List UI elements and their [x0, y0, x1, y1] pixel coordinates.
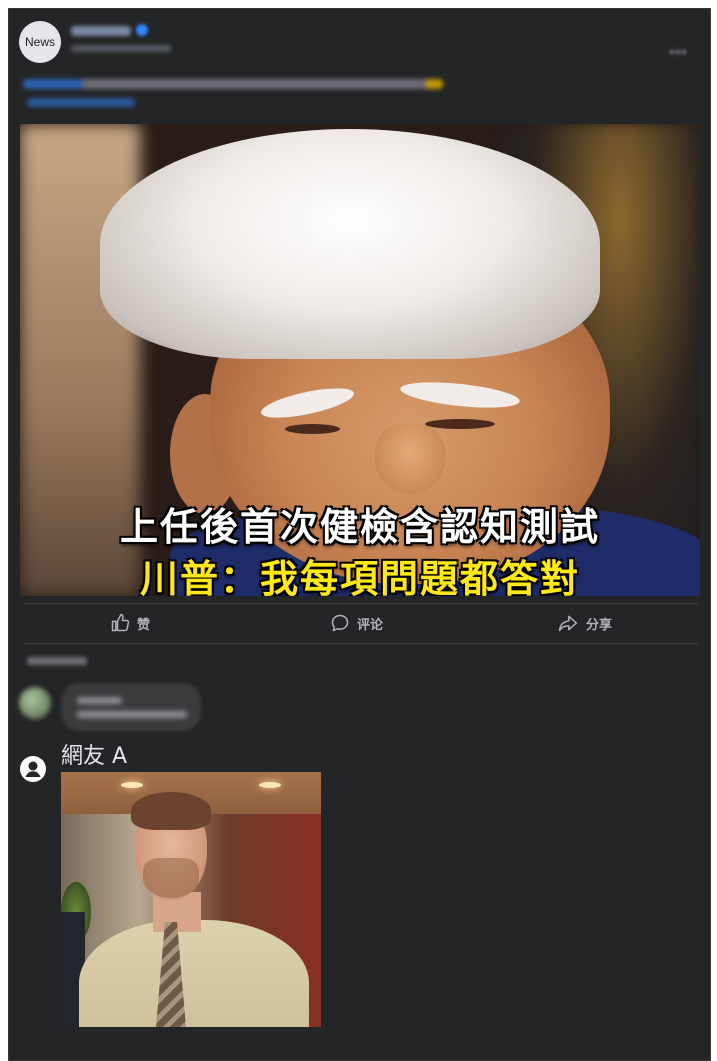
commenter-avatar-blurred	[19, 687, 51, 719]
comment-icon	[331, 614, 349, 632]
post-card: News 上任後首次健檢含認知測試 川普：我每項問題都答對 赞 评论 分享 網友…	[8, 8, 711, 1061]
meme-light	[259, 782, 281, 788]
post-caption-blurred	[23, 79, 443, 89]
share-label: 分享	[586, 617, 613, 633]
meme-light	[121, 782, 143, 788]
verified-badge-icon	[136, 24, 148, 36]
comment-bubble-blurred	[61, 683, 201, 731]
meme-figure-beard	[143, 858, 199, 898]
divider	[23, 643, 698, 644]
video-subtitle-line1: 上任後首次健檢含認知測試	[119, 505, 600, 549]
like-button[interactable]: 赞	[110, 613, 150, 633]
media-figure-eye	[285, 424, 340, 434]
page-avatar[interactable]: News	[19, 21, 61, 63]
media-figure-nose	[375, 424, 445, 494]
commenter-name[interactable]: 網友 A	[61, 738, 127, 770]
comment-label: 评论	[357, 617, 384, 633]
post-link-blurred[interactable]	[27, 98, 135, 107]
page-name-blurred[interactable]	[71, 26, 131, 36]
post-timestamp-blurred	[71, 45, 171, 52]
media-figure-hair	[100, 129, 600, 359]
meme-image[interactable]	[61, 772, 321, 1027]
divider	[23, 603, 698, 604]
share-button[interactable]: 分享	[557, 613, 612, 633]
more-options-icon[interactable]	[670, 39, 690, 54]
comment-button[interactable]: 评论	[330, 613, 383, 633]
comment-sort-blurred[interactable]	[27, 657, 87, 665]
thumbs-up-icon	[111, 613, 130, 632]
like-label: 赞	[137, 617, 151, 633]
post-video[interactable]: 上任後首次健檢含認知測試 川普：我每項問題都答對	[20, 124, 700, 596]
user-icon	[20, 756, 46, 782]
share-arrow-icon	[558, 615, 578, 632]
meme-figure-shirt	[79, 920, 309, 1027]
page-avatar-text: News	[24, 35, 55, 49]
media-figure-eye	[425, 419, 495, 429]
meme-figure-hair	[131, 792, 211, 830]
video-subtitle-line2: 川普：我每項問題都答對	[139, 557, 580, 596]
